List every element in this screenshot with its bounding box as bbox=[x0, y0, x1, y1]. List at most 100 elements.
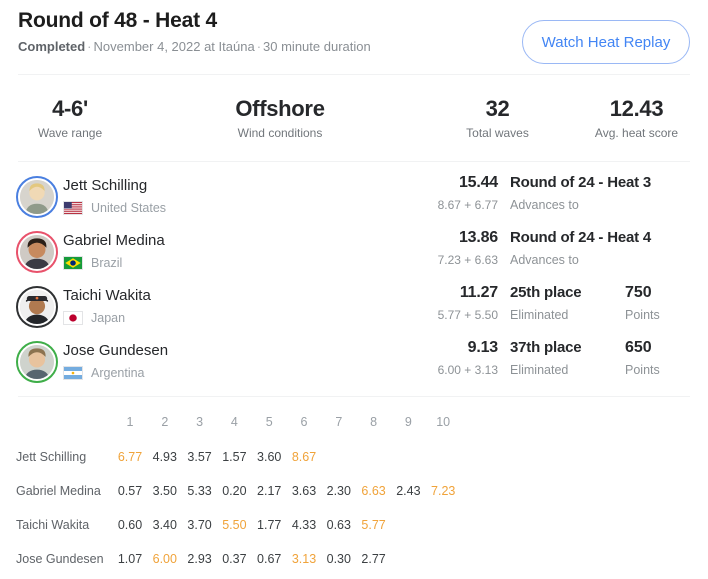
watch-heat-replay-button[interactable]: Watch Heat Replay bbox=[522, 20, 690, 64]
stat-value: 32 bbox=[485, 96, 510, 121]
athlete-score: 9.13 6.00 + 3.13 bbox=[330, 337, 499, 378]
wave-column-header: 5 bbox=[265, 415, 273, 429]
wave-score: 2.77 bbox=[361, 552, 386, 566]
subtitle-separator-2: · bbox=[256, 39, 262, 54]
athlete-name: Taichi Wakita bbox=[63, 287, 151, 304]
wave-score-best: 3.13 bbox=[291, 552, 317, 566]
divider-stats bbox=[18, 161, 690, 162]
heat-duration: 30 minute duration bbox=[263, 39, 371, 54]
result-title: Round of 24 - Heat 3 bbox=[510, 174, 652, 191]
flag-united-states-icon bbox=[63, 200, 83, 215]
points-label: Points bbox=[625, 363, 660, 377]
athlete-score: 13.86 7.23 + 6.63 bbox=[330, 227, 499, 268]
points-value: 750 bbox=[625, 284, 652, 301]
country-name: Argentina bbox=[91, 365, 145, 380]
athlete-country: Japan bbox=[63, 309, 125, 326]
points-value: 650 bbox=[625, 339, 652, 356]
avatar bbox=[20, 345, 54, 379]
score-parts: 5.77 + 5.50 bbox=[437, 308, 498, 322]
wave-score: 0.20 bbox=[222, 484, 247, 498]
wave-score: 2.93 bbox=[187, 552, 212, 566]
athlete-result: Round of 24 - Heat 4 Advances to bbox=[510, 227, 652, 268]
wave-score: 3.60 bbox=[257, 450, 282, 464]
wave-column-header: 7 bbox=[335, 415, 343, 429]
athlete-points: 750 Points bbox=[625, 282, 695, 323]
wave-score: 0.63 bbox=[326, 518, 351, 532]
stat-label: Avg. heat score bbox=[594, 126, 679, 140]
flag-brazil-icon bbox=[63, 255, 83, 270]
wave-table-header: 1 2 3 4 5 6 7 8 9 10 bbox=[0, 408, 708, 443]
wave-column-header: 9 bbox=[404, 415, 412, 429]
athlete-score: 15.44 8.67 + 6.77 bbox=[330, 172, 499, 213]
result-subtitle: Eliminated bbox=[510, 363, 569, 377]
wave-table-row: Jose Gundesen 1.07 6.00 2.93 0.37 0.67 3.13 0.3… bbox=[0, 545, 708, 579]
wave-row-athlete-name: Gabriel Medina bbox=[16, 484, 101, 498]
flag-japan-icon bbox=[63, 310, 83, 325]
wave-score: 3.40 bbox=[152, 518, 177, 532]
wave-column-header: 10 bbox=[436, 415, 451, 429]
athlete-result: 37th place Eliminated bbox=[510, 337, 630, 378]
athlete-name: Jose Gundesen bbox=[63, 342, 169, 359]
avatar-ring-0 bbox=[16, 176, 58, 218]
athlete-row[interactable]: Jett Schilling United States 15.44 8.67 … bbox=[0, 172, 708, 227]
stat-wave-range: 4-6' Wave range bbox=[0, 96, 130, 141]
wave-score: 0.67 bbox=[257, 552, 282, 566]
score-parts: 7.23 + 6.63 bbox=[437, 253, 498, 267]
wave-score-best: 7.23 bbox=[431, 484, 456, 498]
wave-score-best: 6.77 bbox=[117, 450, 143, 464]
wave-column-header: 8 bbox=[370, 415, 378, 429]
result-subtitle: Advances to bbox=[510, 198, 579, 212]
wave-row-athlete-name: Jose Gundesen bbox=[16, 552, 104, 566]
wave-column-header: 3 bbox=[196, 415, 204, 429]
stat-label: Wave range bbox=[37, 126, 103, 140]
wave-column-header: 2 bbox=[161, 415, 169, 429]
wave-score-best: 6.00 bbox=[152, 552, 177, 566]
athlete-name: Jett Schilling bbox=[63, 177, 148, 194]
wave-row-athlete-name: Jett Schilling bbox=[16, 450, 87, 464]
score-parts: 6.00 + 3.13 bbox=[437, 363, 498, 377]
avatar-ring-1 bbox=[16, 231, 58, 273]
avatar-photo-icon bbox=[20, 235, 54, 269]
avatar bbox=[20, 180, 54, 214]
stat-label: Total waves bbox=[466, 126, 529, 140]
wave-score: 0.57 bbox=[117, 484, 143, 498]
wave-score: 0.37 bbox=[222, 552, 247, 566]
athlete-row[interactable]: Gabriel Medina Brazil 13.86 7.23 + 6.63 … bbox=[0, 227, 708, 282]
wave-score-best: 8.67 bbox=[291, 450, 317, 464]
athlete-row[interactable]: Taichi Wakita Japan 11.27 5.77 + 5.50 25… bbox=[0, 282, 708, 337]
country-name: Japan bbox=[91, 310, 126, 325]
athlete-points: 650 Points bbox=[625, 337, 695, 378]
avatar bbox=[20, 290, 54, 324]
wave-table-row: Gabriel Medina 0.57 3.50 5.33 0.20 2.17 3.63 2.… bbox=[0, 477, 708, 511]
subtitle-separator-1: · bbox=[87, 39, 92, 54]
result-subtitle: Advances to bbox=[510, 253, 579, 267]
stat-label: Wind conditions bbox=[237, 126, 323, 140]
wave-score: 0.30 bbox=[326, 552, 351, 566]
stat-avg-heat-score: 12.43 Avg. heat score bbox=[565, 96, 708, 141]
score-total: 13.86 bbox=[458, 229, 498, 246]
flag-argentina-icon bbox=[63, 365, 83, 380]
wave-score: 3.70 bbox=[187, 518, 212, 532]
score-parts: 8.67 + 6.77 bbox=[437, 198, 498, 212]
wave-score: 0.60 bbox=[117, 518, 143, 532]
athlete-country: Brazil bbox=[63, 254, 122, 271]
athlete-row[interactable]: Jose Gundesen Argentina 9.13 6.00 + 3.13… bbox=[0, 337, 708, 392]
wave-table-row: Jett Schilling 6.77 4.93 3.57 1.57 3.60 8.67 bbox=[0, 443, 708, 477]
score-total: 15.44 bbox=[458, 174, 498, 191]
wave-row-athlete-name: Taichi Wakita bbox=[16, 518, 90, 532]
wave-score: 1.57 bbox=[222, 450, 247, 464]
wave-score: 3.63 bbox=[291, 484, 317, 498]
wave-score: 1.07 bbox=[117, 552, 143, 566]
athlete-country: United States bbox=[63, 199, 166, 216]
result-title: Round of 24 - Heat 4 bbox=[510, 229, 652, 246]
status-badge: Completed bbox=[18, 39, 86, 54]
wave-score-best: 6.63 bbox=[361, 484, 386, 498]
stat-total-waves: 32 Total waves bbox=[430, 96, 565, 141]
wave-score: 2.43 bbox=[396, 484, 421, 498]
result-title: 37th place bbox=[510, 339, 582, 356]
athlete-results-list: Jett Schilling United States 15.44 8.67 … bbox=[0, 172, 708, 392]
avatar-ring-3 bbox=[16, 341, 58, 383]
wave-score-best: 5.50 bbox=[222, 518, 247, 532]
divider-header bbox=[18, 74, 690, 75]
wave-scores-table: 1 2 3 4 5 6 7 8 9 10 Jett Schilling 6.77 4.93 3.57 1.… bbox=[0, 408, 708, 579]
